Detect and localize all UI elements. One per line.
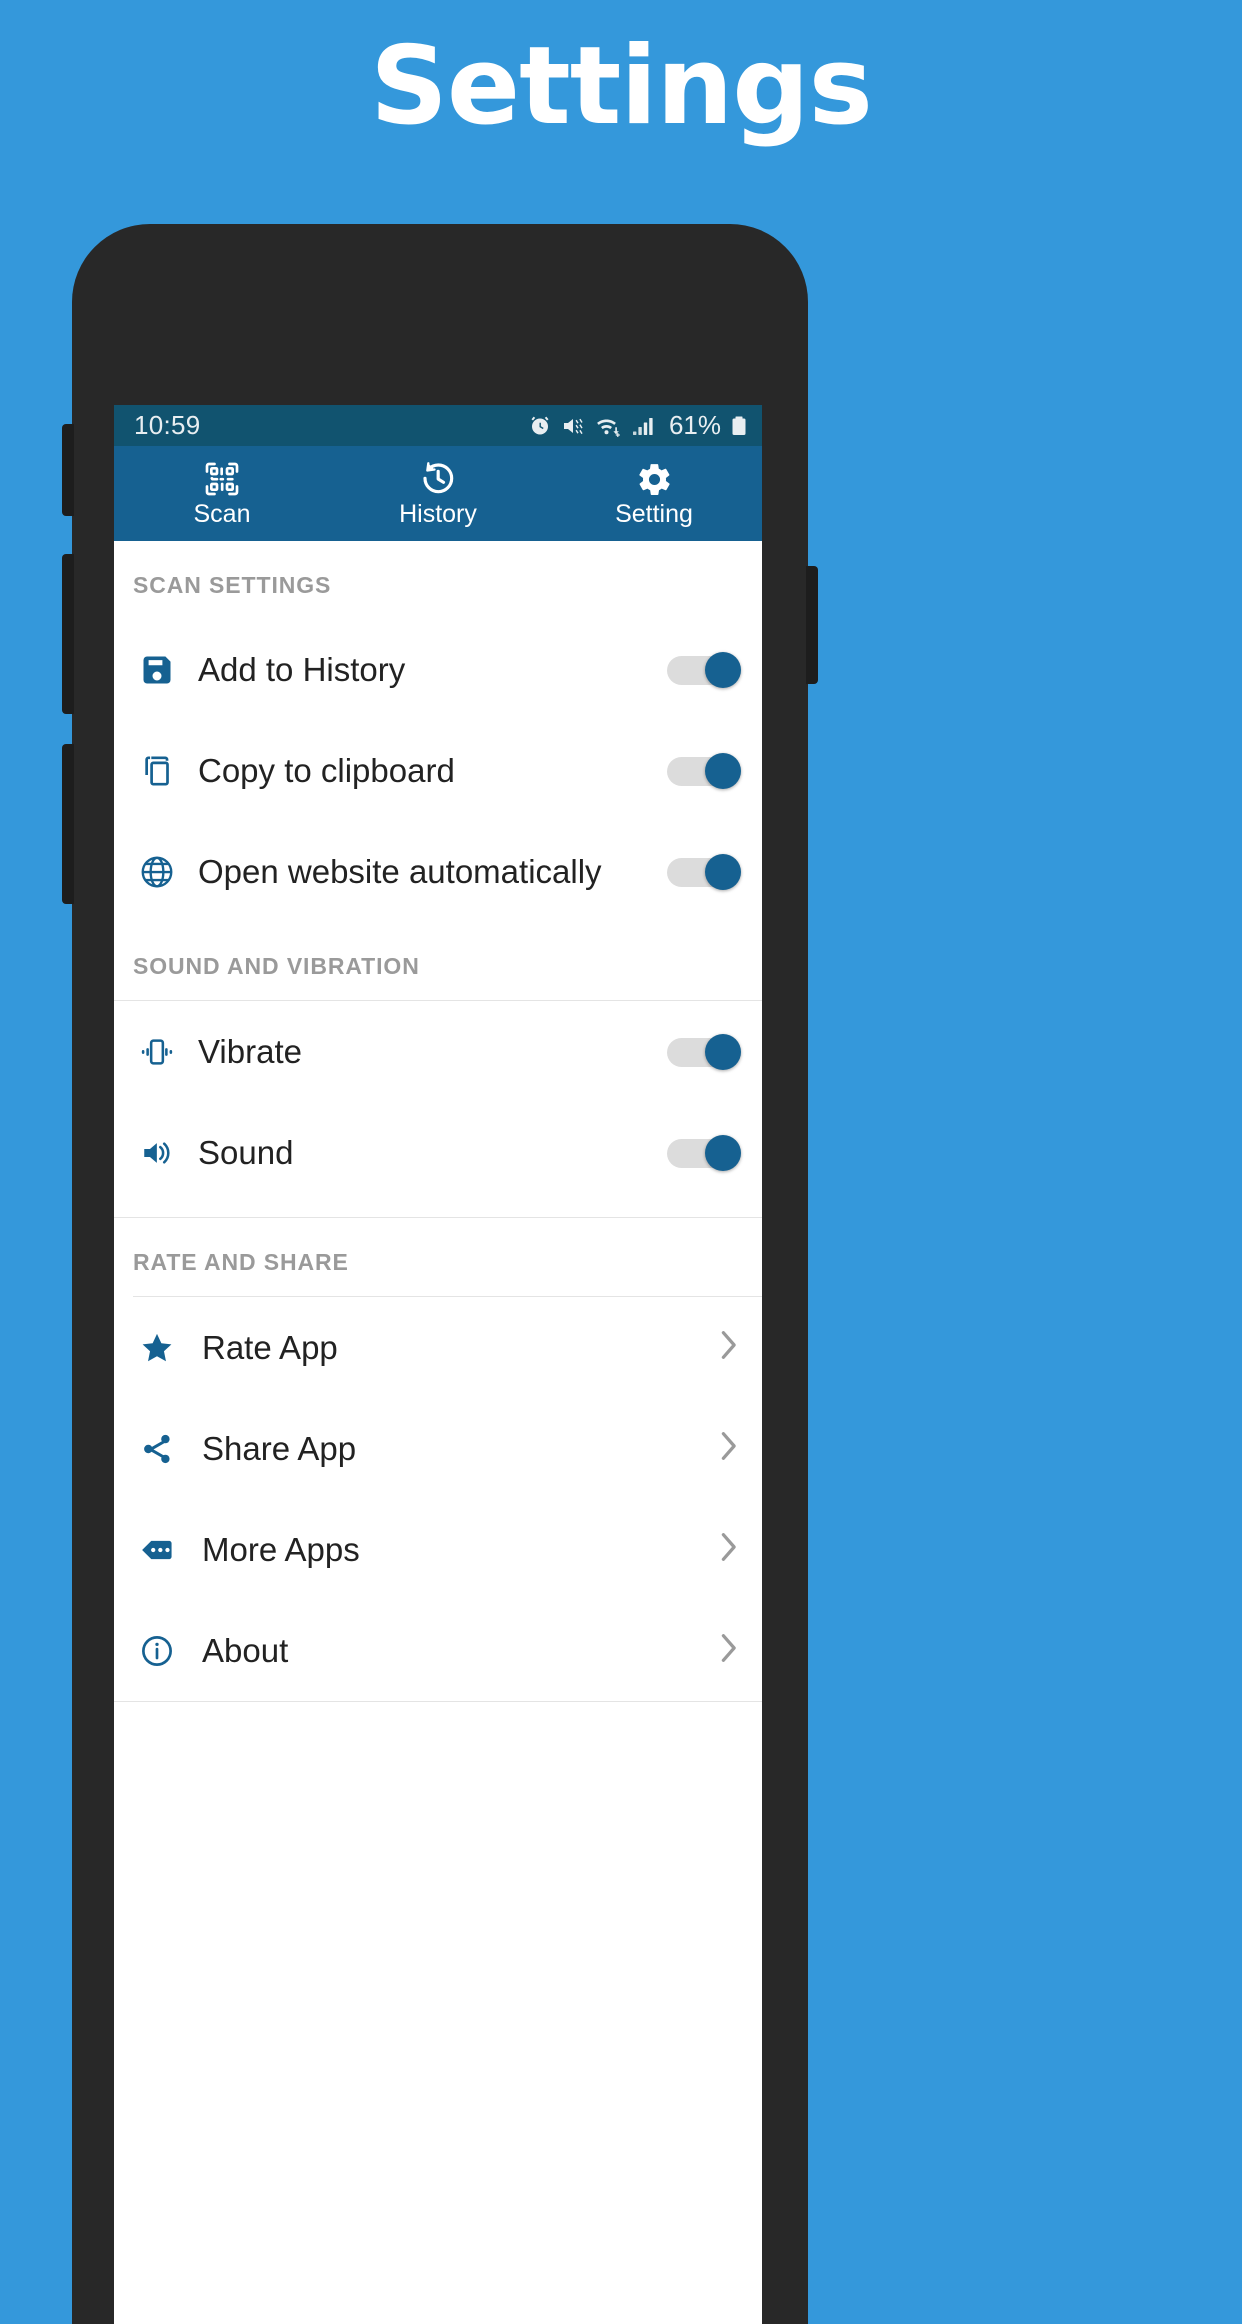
setting-row-vibrate[interactable]: Vibrate	[114, 1001, 762, 1102]
volume-icon	[133, 1135, 181, 1171]
chevron-right-icon	[715, 1628, 741, 1673]
device-volume-down-button	[62, 744, 74, 904]
section-spacer	[114, 1203, 762, 1217]
toggle-thumb	[705, 752, 741, 789]
history-clock-icon	[418, 460, 458, 498]
info-icon	[133, 1632, 181, 1670]
wifi-icon	[595, 414, 623, 438]
toggle-copy-to-clipboard[interactable]	[667, 752, 741, 789]
signal-icon	[632, 414, 658, 438]
mute-vibrate-icon	[561, 414, 586, 438]
star-icon	[133, 1329, 181, 1367]
alarm-icon	[528, 414, 552, 438]
toggle-add-to-history[interactable]	[667, 651, 741, 688]
battery-icon	[730, 414, 748, 438]
save-floppy-icon	[133, 652, 181, 688]
setting-label-more-apps: More Apps	[202, 1530, 360, 1568]
setting-row-share-app[interactable]: Share App	[114, 1398, 762, 1499]
setting-label-open-website-automatically: Open website automatically	[198, 852, 602, 890]
vibrate-icon	[133, 1034, 181, 1070]
setting-label-share-app: Share App	[202, 1429, 357, 1467]
status-bar-icons: 61%	[528, 410, 748, 441]
chevron-right-icon	[715, 1426, 741, 1471]
chevron-right-icon	[715, 1325, 741, 1370]
chevron-right-icon	[715, 1527, 741, 1572]
device-side-button-top	[62, 424, 74, 516]
device-volume-up-button	[62, 554, 74, 714]
section-header-sound-and-vibration: SOUND AND VIBRATION	[133, 953, 420, 979]
setting-row-rate-app[interactable]: Rate App	[114, 1297, 762, 1398]
setting-label-rate-app: Rate App	[202, 1328, 338, 1366]
share-icon	[133, 1431, 181, 1467]
setting-row-open-website-automatically[interactable]: Open website automatically	[114, 821, 762, 922]
setting-label-copy-to-clipboard: Copy to clipboard	[198, 751, 455, 789]
tab-history-label: History	[399, 500, 477, 528]
device-power-button	[806, 566, 818, 684]
tab-setting-label: Setting	[615, 500, 693, 528]
copy-icon	[133, 753, 181, 789]
more-apps-tag-icon	[133, 1531, 181, 1569]
tab-history[interactable]: History	[330, 446, 546, 541]
globe-icon	[133, 853, 181, 891]
phone-device-frame: 10:59 61% Scan History Setting SCAN SETT…	[62, 224, 818, 2324]
gear-icon	[636, 460, 673, 498]
toggle-thumb	[705, 1134, 741, 1171]
tab-scan[interactable]: Scan	[114, 446, 330, 541]
setting-row-copy-to-clipboard[interactable]: Copy to clipboard	[114, 720, 762, 821]
phone-screen: 10:59 61% Scan History Setting SCAN SETT…	[114, 405, 762, 2324]
promo-title: Settings	[370, 24, 873, 149]
section-divider-bottom	[114, 1701, 762, 1702]
setting-label-about: About	[202, 1631, 289, 1669]
setting-label-vibrate: Vibrate	[198, 1032, 302, 1070]
toggle-thumb	[705, 853, 741, 890]
status-bar: 10:59 61%	[114, 405, 762, 446]
settings-content: SCAN SETTINGS Add to History Copy to cli…	[114, 541, 762, 2324]
setting-label-sound: Sound	[198, 1133, 294, 1171]
setting-row-more-apps[interactable]: More Apps	[114, 1499, 762, 1600]
qr-code-icon	[202, 460, 242, 498]
setting-row-sound[interactable]: Sound	[114, 1102, 762, 1203]
setting-row-add-to-history[interactable]: Add to History	[114, 619, 762, 720]
battery-percentage: 61%	[668, 410, 721, 440]
toggle-open-website-automatically[interactable]	[667, 853, 741, 890]
tab-setting[interactable]: Setting	[546, 446, 762, 541]
top-tab-bar: Scan History Setting	[114, 446, 762, 541]
setting-label-add-to-history: Add to History	[198, 650, 406, 688]
section-header-scan-settings: SCAN SETTINGS	[133, 572, 332, 598]
tab-scan-label: Scan	[193, 500, 251, 528]
toggle-sound[interactable]	[667, 1134, 741, 1171]
section-header-rate-and-share: RATE AND SHARE	[133, 1249, 349, 1275]
toggle-vibrate[interactable]	[667, 1033, 741, 1070]
toggle-thumb	[705, 651, 741, 688]
toggle-thumb	[705, 1033, 741, 1070]
setting-row-about[interactable]: About	[114, 1600, 762, 1701]
status-bar-clock: 10:59	[134, 410, 201, 440]
